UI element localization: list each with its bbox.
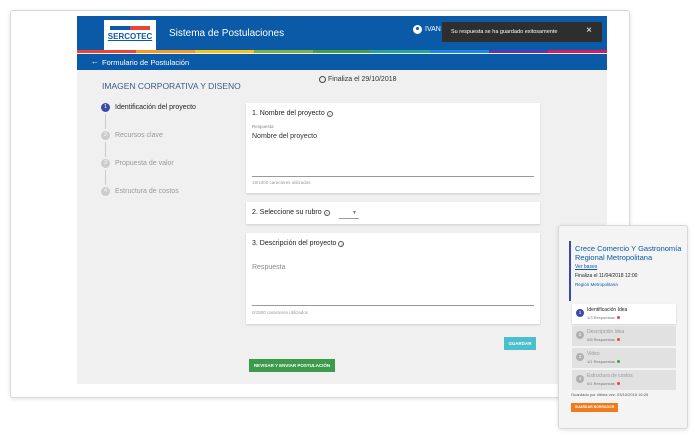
question-title: 2. Seleccione su rubro: [252, 209, 322, 216]
color-bar-segment: [548, 50, 607, 53]
mobile-step-4[interactable]: 4 Estructura de costos 0/1 Respuestas: [572, 370, 676, 390]
color-bar-segment: [371, 50, 431, 53]
mobile-preview: Crece Comercio Y Gastronomía Regional Me…: [558, 225, 688, 429]
close-icon[interactable]: ×: [586, 25, 592, 36]
contest-title: Crece Comercio Y Gastronomía Regional Me…: [575, 244, 682, 262]
bases-link[interactable]: Ver bases: [575, 264, 597, 270]
color-bar-segment: [135, 50, 195, 53]
project-name-input[interactable]: Nombre del proyecto: [252, 133, 317, 140]
app-title: Sistema de Postulaciones: [169, 28, 285, 39]
mobile-step-3[interactable]: 3 Video 1/1 Respuestas: [572, 348, 676, 368]
step-label: Recursos clave: [115, 132, 163, 139]
step-number: 2: [101, 131, 110, 140]
step-4[interactable]: 4 Estructura de costos: [101, 187, 251, 215]
step-number: 3: [101, 159, 110, 168]
question-card-3: 3. Descripción del proyecto ? Respuesta …: [246, 233, 540, 324]
answer-label: Respuesta: [252, 124, 274, 129]
sercotec-logo[interactable]: SERCOTEC: [104, 20, 156, 50]
deadline: Finaliza el 29/10/2018: [319, 76, 397, 83]
color-bar: [77, 50, 607, 53]
color-bar-segment: [430, 50, 490, 53]
contest-deadline: Finaliza el 11/04/2018 12:00: [575, 273, 638, 279]
status-dot: [616, 315, 621, 320]
question-title: 1. Nombre del proyecto: [252, 110, 325, 117]
description-input[interactable]: Respuesta: [252, 264, 285, 271]
question-title: 3. Descripción del proyecto: [252, 240, 337, 247]
color-bar-segment: [77, 50, 136, 53]
clock-icon: [319, 76, 326, 83]
toast-message: Su respuesta se ha guardado exitosamente: [451, 29, 558, 35]
char-counter: 0/1500 caracteres utilizados: [252, 310, 309, 315]
step-number: 1: [101, 103, 110, 112]
question-card-2: 2. Seleccione su rubro ? ▼: [246, 202, 540, 224]
mobile-step-2[interactable]: 2 Descripción Idea 0/6 Respuestas: [572, 326, 676, 346]
char-counter: 19/1000 caracteres utilizados: [252, 180, 311, 185]
sub-header: ← Formulario de Postulación: [77, 54, 607, 70]
success-toast: Su respuesta se ha guardado exitosamente…: [442, 22, 602, 42]
user-icon: [413, 25, 422, 34]
last-saved: Guardado por última vez: 03/10/2018 16:2…: [571, 392, 649, 397]
contest-region: Región Metropolitana: [575, 282, 618, 287]
step-number: 4: [101, 187, 110, 196]
page-heading: IMAGEN CORPORATIVA Y DISENO: [102, 81, 241, 91]
step-label: Estructura de costos: [115, 188, 179, 195]
contest-card: Crece Comercio Y Gastronomía Regional Me…: [569, 241, 681, 301]
status-dot: [616, 381, 621, 386]
top-bar: SERCOTEC Sistema de Postulaciones IVAN A…: [77, 16, 607, 50]
color-bar-segment: [194, 50, 254, 53]
step-list: 1 Identificación del proyecto 2 Recursos…: [101, 103, 251, 215]
color-bar-segment: [489, 50, 549, 53]
step-1[interactable]: 1 Identificación del proyecto: [101, 103, 251, 131]
status-dot: [616, 337, 621, 342]
mobile-step-1[interactable]: 1 Identificación Idea 1/3 Respuestas: [572, 304, 676, 324]
color-bar-segment: [312, 50, 372, 53]
form-title: Formulario de Postulación: [102, 58, 190, 67]
save-draft-button[interactable]: GUARDAR BORRADOR: [571, 403, 618, 412]
arrow-left-icon[interactable]: ←: [91, 57, 99, 66]
status-dot: [616, 359, 621, 364]
question-card-1: 1. Nombre del proyecto ? Respuesta Nombr…: [246, 103, 540, 193]
logo-text: SERCOTEC: [107, 32, 153, 41]
step-3[interactable]: 3 Propuesta de valor: [101, 159, 251, 187]
step-label: Propuesta de valor: [115, 160, 174, 167]
help-icon[interactable]: ?: [338, 240, 345, 247]
step-label: Identificación del proyecto: [115, 104, 196, 111]
help-icon[interactable]: ?: [323, 209, 330, 216]
save-button[interactable]: GUARDAR: [504, 337, 536, 350]
chevron-down-icon[interactable]: ▼: [352, 210, 357, 216]
review-submit-button[interactable]: REVISAR Y ENVIAR POSTULACIÓN: [249, 359, 335, 372]
color-bar-segment: [253, 50, 313, 53]
help-icon[interactable]: ?: [326, 110, 333, 117]
step-2[interactable]: 2 Recursos clave: [101, 131, 251, 159]
application: SERCOTEC Sistema de Postulaciones IVAN A…: [77, 16, 607, 384]
